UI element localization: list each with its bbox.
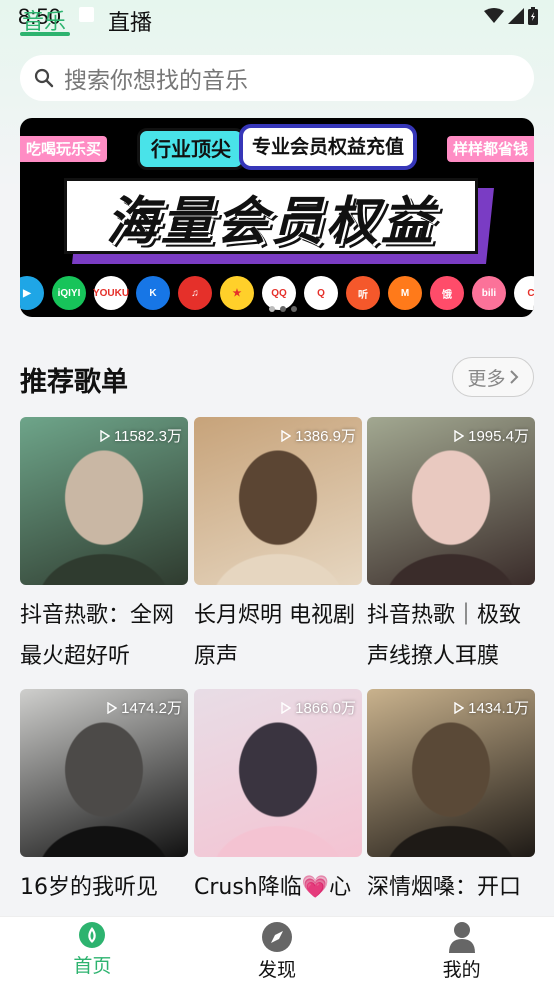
status-bar: 8:50: [0, 0, 554, 40]
bottom-nav: 首页 发现 我的: [0, 916, 554, 984]
playlist-title[interactable]: 深情烟嗓：开口: [367, 867, 535, 908]
pager-dot: [269, 306, 275, 312]
search-bar[interactable]: 搜索你想找的音乐: [20, 55, 534, 101]
promo-banner[interactable]: 吃喝玩乐买 样样都省钱 行业顶尖 专业会员权益充值 海量会员权益 ▶ iQIYI Y…: [20, 118, 534, 317]
playlist-card[interactable]: 1866.0万 Crush降临💗心: [194, 689, 362, 908]
user-icon: [448, 922, 475, 953]
play-icon: [100, 429, 110, 442]
search-icon: [34, 68, 54, 88]
play-count: 1866.0万: [281, 697, 356, 718]
wifi-icon: [484, 8, 504, 23]
playlist-title[interactable]: 抖音热歌：全网最火超好听: [20, 595, 188, 677]
banner-tag-right: 样样都省钱: [446, 136, 534, 162]
playlist-cover[interactable]: 1434.1万: [367, 689, 535, 857]
play-count-value: 1995.4万: [468, 428, 529, 445]
play-count-value: 1474.2万: [121, 700, 182, 717]
kugou-logo-icon: K: [136, 276, 170, 310]
nav-mine[interactable]: 我的: [369, 917, 554, 984]
play-icon: [454, 429, 465, 442]
playlist-card[interactable]: 11582.3万抖音热歌：全网最火超好听: [20, 417, 188, 677]
extra-logo-icon: C: [514, 276, 534, 310]
section-title: 推荐歌单: [20, 367, 128, 398]
playlist-card[interactable]: 1474.2万 16岁的我听见: [20, 689, 188, 908]
banner-pager: [269, 306, 297, 312]
qq-logo-icon: QQ: [262, 276, 296, 310]
tab-music-indicator: [20, 32, 70, 36]
home-icon: [79, 922, 106, 948]
youku-logo-icon: YOUKU: [93, 276, 129, 310]
banner-pill-membership: 专业会员权益充值: [239, 124, 417, 170]
playlist-cover[interactable]: 1386.9万: [194, 417, 362, 585]
playlist-cover[interactable]: 1474.2万: [20, 689, 188, 857]
playlist-title[interactable]: Crush降临💗心: [194, 867, 362, 908]
tab-live[interactable]: 直播: [108, 5, 152, 37]
playlist-card[interactable]: 1995.4万抖音热歌｜极致声线撩人耳膜: [367, 417, 535, 677]
playlist-title[interactable]: 抖音热歌｜极致声线撩人耳膜: [367, 595, 535, 677]
ximalaya-logo-icon: 听: [346, 276, 380, 310]
signal-icon: [508, 8, 524, 24]
compass-icon: [262, 922, 292, 952]
battery-icon: [528, 7, 538, 25]
play-count: 1474.2万: [107, 697, 182, 718]
play-count-value: 1386.9万: [295, 428, 356, 445]
playlist-title[interactable]: 16岁的我听见: [20, 867, 188, 908]
mango-logo-icon: ★: [220, 276, 254, 310]
playlist-cover[interactable]: 1995.4万: [367, 417, 535, 585]
play-logo-icon: ▶: [20, 276, 44, 310]
play-count: 1434.1万: [454, 697, 529, 718]
banner-headline-box: 海量会员权益: [64, 178, 478, 254]
search-placeholder: 搜索你想找的音乐: [64, 68, 248, 94]
playlist-card[interactable]: 1386.9万长月烬明 电视剧原声: [194, 417, 362, 677]
ele-logo-icon: 饿: [430, 276, 464, 310]
play-icon: [454, 701, 465, 714]
nav-discover[interactable]: 发现: [185, 917, 370, 984]
bilibili-logo-icon: bili: [472, 276, 506, 310]
iqiyi-logo-icon: iQIYI: [52, 276, 86, 310]
nav-discover-label: 发现: [258, 959, 297, 981]
nav-home-label: 首页: [73, 955, 112, 977]
chevron-right-icon: [509, 370, 518, 384]
play-icon: [281, 429, 292, 442]
mgtv-logo-icon: M: [388, 276, 422, 310]
playlist-cover[interactable]: 1866.0万: [194, 689, 362, 857]
play-count-value: 1866.0万: [295, 700, 356, 717]
play-icon: [281, 701, 292, 714]
more-label: 更多: [467, 367, 506, 390]
banner-headline: 海量会员权益: [105, 191, 436, 252]
playlist-card[interactable]: 1434.1万深情烟嗓：开口: [367, 689, 535, 908]
play-count-value: 1434.1万: [468, 700, 529, 717]
qq-music-logo-icon: Q: [304, 276, 338, 310]
status-icons: [484, 7, 538, 25]
play-count: 1386.9万: [281, 425, 356, 446]
partner-logo-row: ▶ iQIYI YOUKU K ♫ ★ QQ Q 听 M 饿 bili C: [20, 276, 534, 310]
banner-tag-left: 吃喝玩乐买: [20, 136, 108, 162]
nav-home[interactable]: 首页: [0, 917, 185, 984]
play-icon: [107, 701, 118, 714]
play-count: 1995.4万: [454, 425, 529, 446]
pager-dot: [291, 306, 297, 312]
more-button[interactable]: 更多: [452, 357, 534, 397]
pager-dot: [280, 306, 286, 312]
playlist-cover[interactable]: 11582.3万: [20, 417, 188, 585]
nav-mine-label: 我的: [442, 959, 481, 981]
notification-icon: [79, 7, 94, 22]
play-count: 11582.3万: [100, 425, 182, 446]
playlist-title[interactable]: 长月烬明 电视剧原声: [194, 595, 362, 677]
banner-pill-top-industry: 行业顶尖: [137, 128, 245, 170]
netease-music-logo-icon: ♫: [178, 276, 212, 310]
play-count-value: 11582.3万: [113, 428, 182, 445]
